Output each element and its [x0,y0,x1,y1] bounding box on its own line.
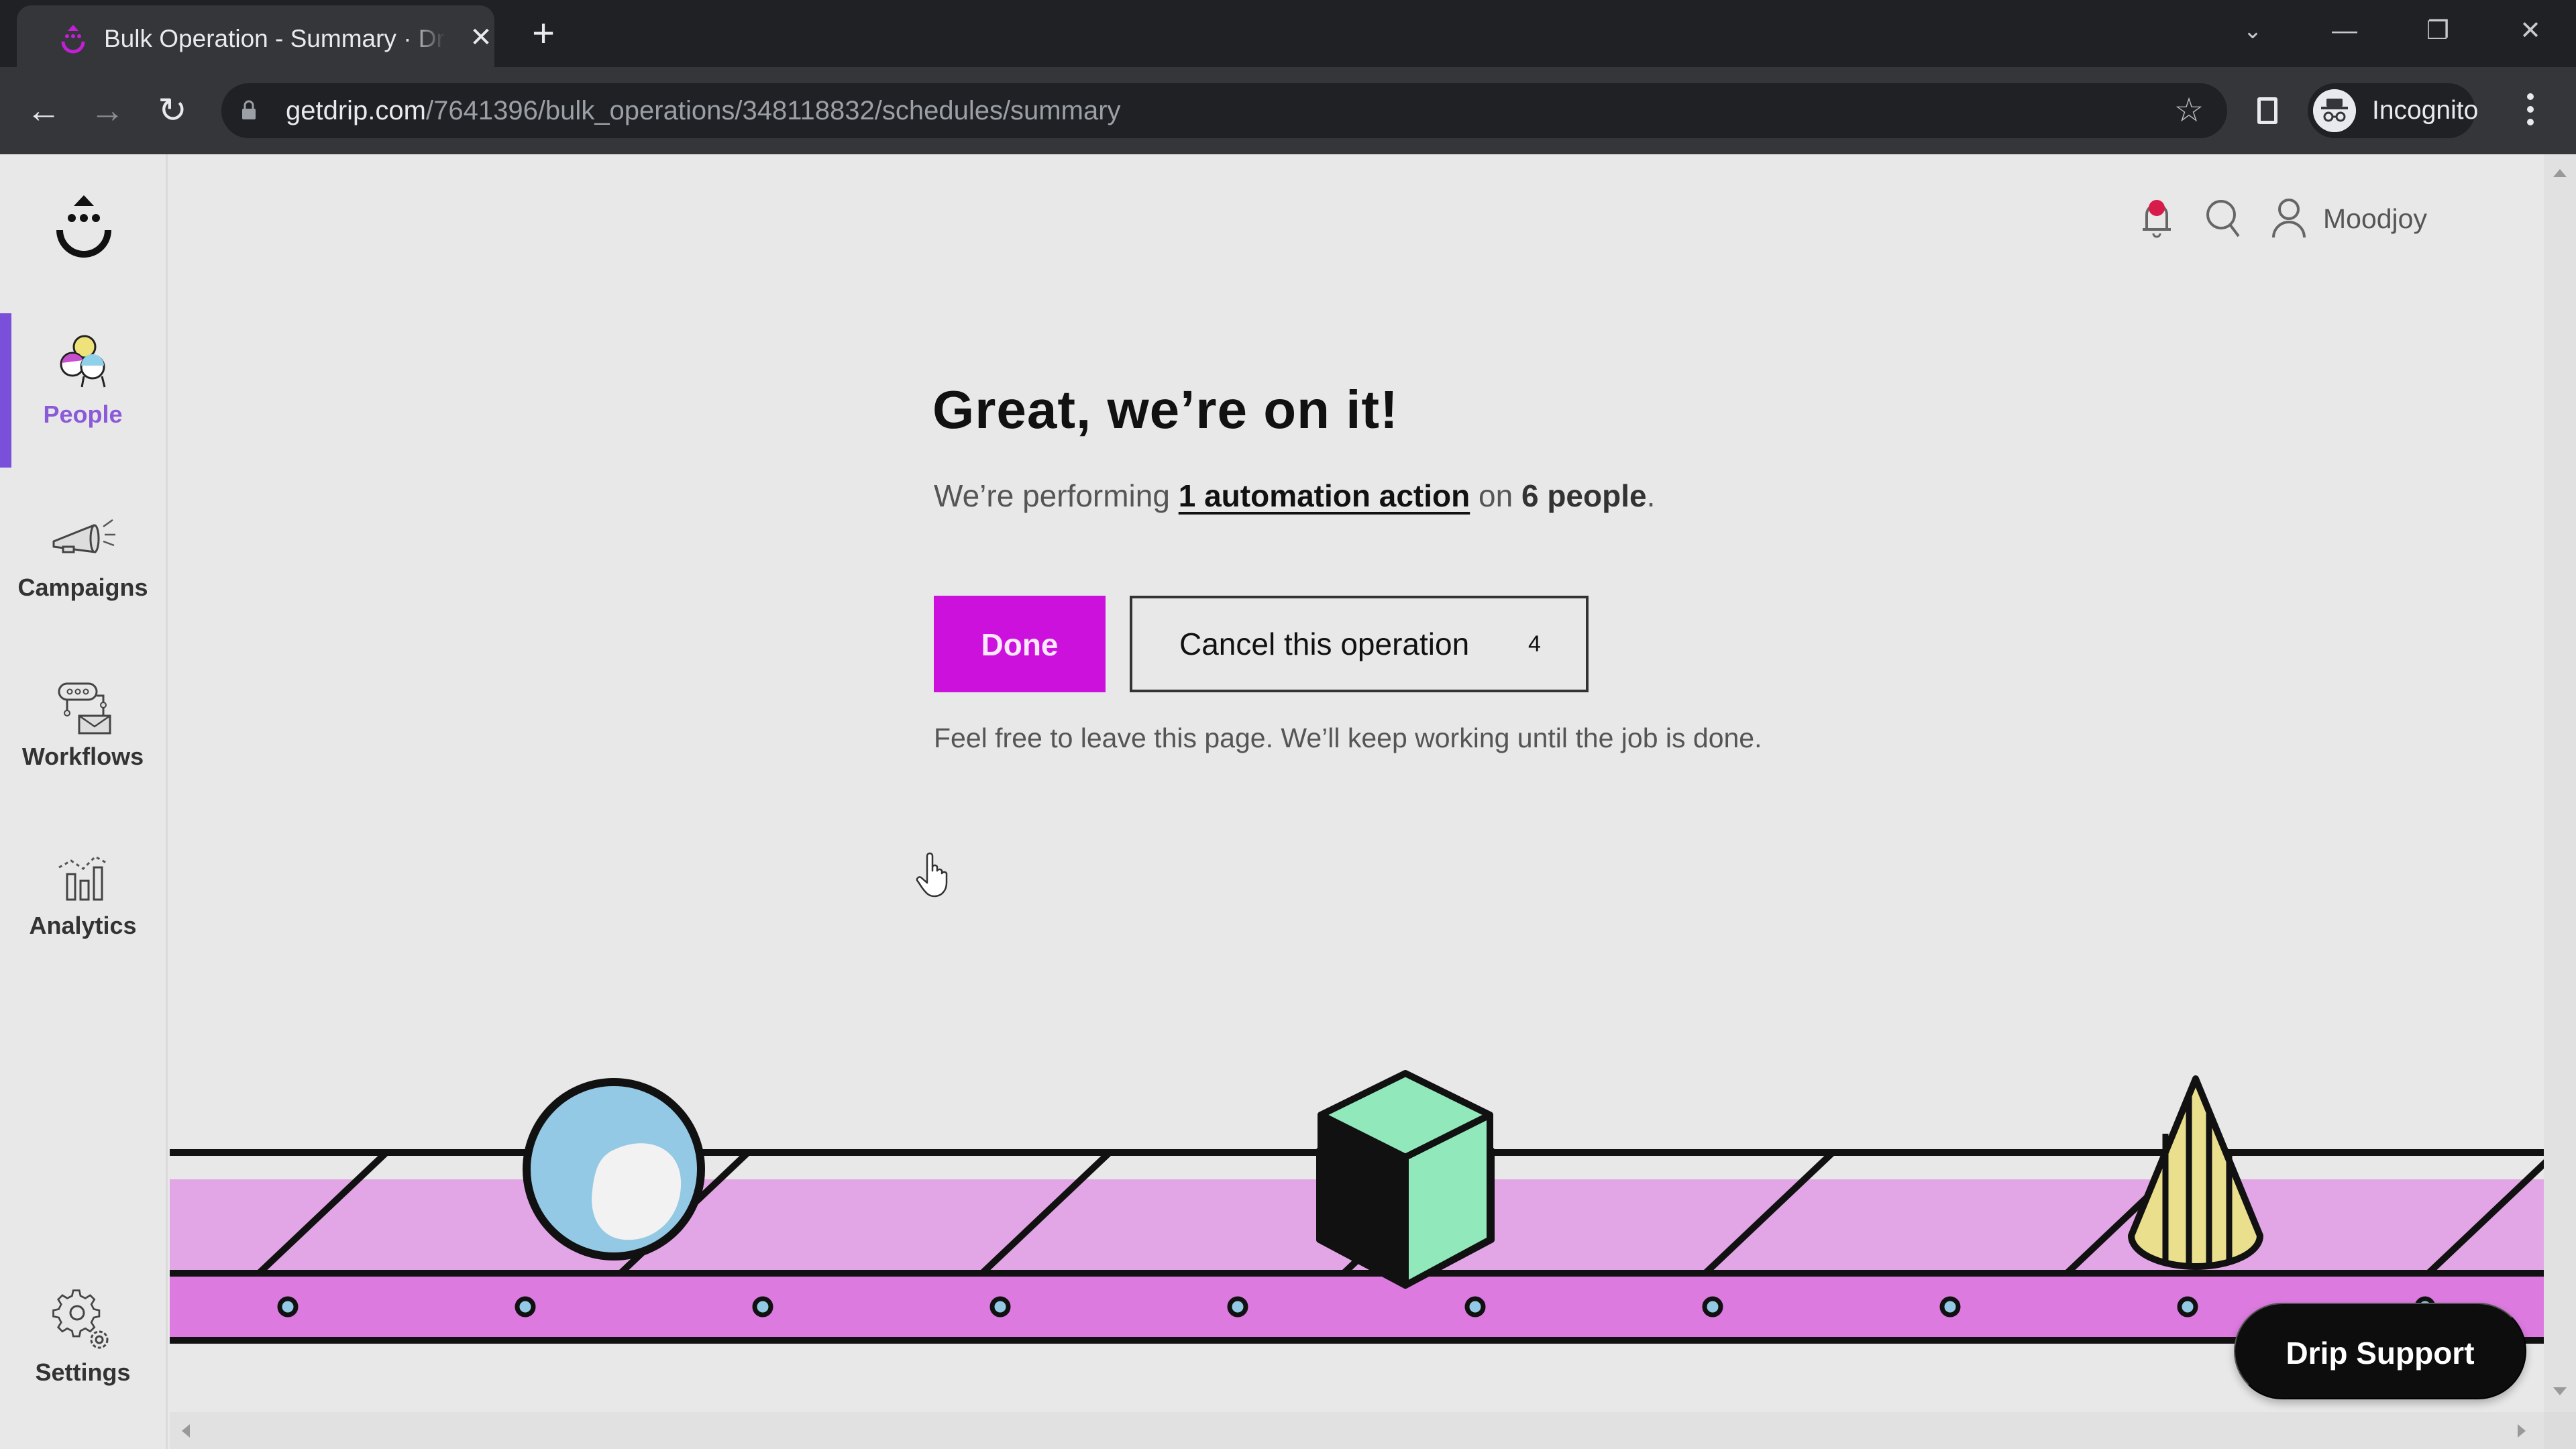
bookmark-star-icon[interactable]: ☆ [2170,91,2208,129]
cube-shape [1316,1070,1495,1289]
automation-action-link[interactable]: 1 automation action [1179,478,1470,513]
sidebar-item-label: People [43,400,123,428]
side-panel-icon[interactable] [2257,97,2277,124]
browser-menu-icon[interactable] [2517,87,2544,134]
done-button[interactable]: Done [934,596,1106,692]
restore-button[interactable]: ❐ [2418,12,2458,50]
incognito-icon [2313,89,2356,132]
scroll-down-icon[interactable] [2553,1387,2567,1395]
ball-shape [523,1078,705,1260]
megaphone-icon [52,519,115,553]
incognito-profile-button[interactable]: Incognito [2308,83,2479,138]
people-icon [60,335,106,388]
sidebar-item-label: Settings [35,1358,131,1386]
scrollbar-corner [2544,1412,2576,1449]
sidebar-item-settings[interactable]: Settings [0,1271,166,1426]
window-close-button[interactable]: ✕ [2510,12,2551,50]
leave-page-note: Feel free to leave this page. We’ll keep… [934,722,1762,753]
belt-middle-edge [170,1270,2544,1277]
cancel-label: Cancel this operation [1179,627,1470,661]
belt-rivet [277,1296,299,1318]
horizontal-scrollbar[interactable] [170,1412,2544,1449]
minimize-button[interactable]: — [2324,12,2365,50]
belt-rivet [752,1296,773,1318]
cone-shape [2128,1075,2263,1270]
reload-button[interactable]: ↻ [149,87,196,134]
workflow-icon [58,682,111,735]
belt-rivet [989,1296,1011,1318]
sidebar: People Campaigns Workflows Analytics Set… [0,154,168,1449]
page-title: Great, we’re on it! [932,380,1399,439]
tab-close-icon[interactable]: ✕ [468,24,494,51]
notification-dot [2149,200,2165,216]
lock-icon [242,100,256,119]
sidebar-item-workflows[interactable]: Workflows [0,655,166,810]
sidebar-item-label: Workflows [21,743,144,770]
back-button[interactable]: ← [20,87,67,134]
belt-rivet [1702,1296,1723,1318]
conveyor-belt-illustration [170,1070,2544,1344]
active-indicator [0,313,11,468]
browser-tab-active[interactable]: Bulk Operation - Summary · Drip ✕ [17,5,494,67]
forward-button[interactable]: → [84,87,131,134]
sidebar-item-campaigns[interactable]: Campaigns [0,486,166,641]
belt-rivet [515,1296,536,1318]
address-bar[interactable]: getdrip.com/7641396/bulk_operations/3481… [221,83,2227,138]
url-text: getdrip.com/7641396/bulk_operations/3481… [286,96,1121,125]
sidebar-item-label: Analytics [29,912,137,939]
belt-rivet [1227,1296,1248,1318]
tab-search-icon[interactable]: ⌄ [2233,12,2273,50]
sidebar-item-label: Campaigns [17,574,148,601]
browser-toolbar: ← → ↻ getdrip.com/7641396/bulk_operation… [0,67,2576,154]
browser-tab-strip: Bulk Operation - Summary · Drip ✕ + ⌄ — … [0,0,2576,67]
drip-favicon-icon [61,25,85,54]
scroll-up-icon[interactable] [2553,169,2567,177]
belt-bottom-edge [170,1337,2544,1344]
scroll-right-icon[interactable] [2518,1424,2526,1438]
user-account-icon[interactable] [2271,195,2308,241]
drip-support-button[interactable]: Drip Support [2234,1303,2526,1399]
gear-icon [52,1289,109,1349]
cancel-operation-button[interactable]: Cancel this operation 4 [1130,596,1589,692]
drip-logo-icon[interactable] [54,191,114,265]
belt-rivet [2177,1296,2198,1318]
analytics-icon [58,855,108,901]
people-count: 6 people [1521,478,1647,513]
sidebar-item-people[interactable]: People [0,313,166,468]
cancel-countdown: 4 [1528,631,1541,657]
incognito-label: Incognito [2372,96,2479,125]
notification-bell-icon[interactable] [2140,195,2174,241]
search-icon[interactable] [2204,195,2244,241]
new-tab-button[interactable]: + [527,14,560,53]
sidebar-item-analytics[interactable]: Analytics [0,824,166,979]
tab-title: Bulk Operation - Summary · Drip [104,25,446,52]
belt-rivet [1464,1296,1486,1318]
hand-cursor-icon [916,852,948,898]
username-label[interactable]: Moodjoy [2323,200,2427,237]
belt-rivet [1939,1296,1961,1318]
scroll-left-icon[interactable] [182,1424,190,1438]
vertical-scrollbar[interactable] [2544,154,2576,1412]
operation-summary: We’re performing 1 automation action on … [934,478,1656,513]
